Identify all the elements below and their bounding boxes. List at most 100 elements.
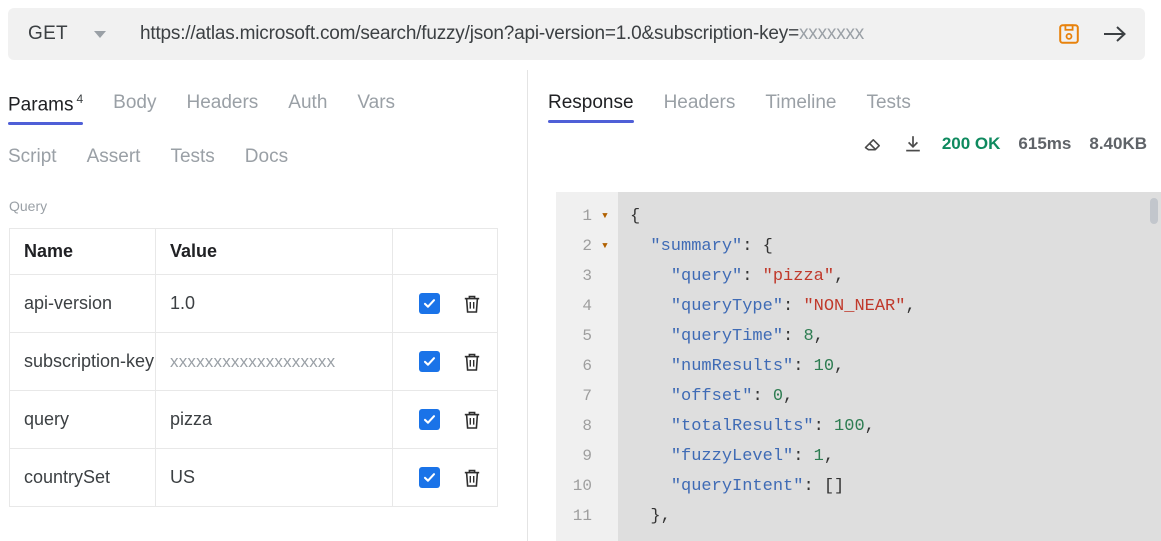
table-row: query pizza [9,390,498,449]
http-method-label: GET [28,23,68,44]
tab-headers[interactable]: Headers [186,92,258,123]
param-enabled-checkbox[interactable] [419,351,440,372]
tab-label: Response [548,92,634,113]
table-row: api-version 1.0 [9,274,498,333]
response-tabs: Response Headers Timeline Tests [548,92,941,123]
param-value-cell[interactable]: xxxxxxxxxxxxxxxxxxx [155,332,393,391]
trash-icon[interactable] [460,408,484,432]
table-body: api-version 1.0 subscription-key xxxxxxxxxx… [9,274,498,507]
line-number-value: 11 [572,507,592,525]
token-pun: : [793,356,814,376]
tab-timeline[interactable]: Timeline [765,92,836,123]
token-pun: : [783,326,804,346]
token-pun: , [813,326,824,346]
line-number: 8▼ [556,411,618,441]
param-name-cell[interactable]: api-version [9,274,156,333]
code-line: }, [630,501,1161,531]
token-str: "NON_NEAR" [803,296,906,316]
trash-icon[interactable] [460,466,484,490]
tab-script[interactable]: Script [8,146,57,177]
tab-label: Vars [357,92,396,113]
tab-headers[interactable]: Headers [664,92,736,123]
line-number: 1 ▼ [556,201,618,231]
token-pun: , [905,296,916,316]
line-number-value: 9 [582,447,592,465]
tab-label: Timeline [765,92,837,113]
param-enabled-checkbox[interactable] [419,293,440,314]
param-actions-cell [392,274,498,333]
tab-tests[interactable]: Tests [170,146,214,177]
tab-response[interactable]: Response [548,92,634,123]
download-icon[interactable] [902,133,924,155]
tab-params[interactable]: Params 4 [8,92,84,126]
tab-auth[interactable]: Auth [288,92,327,123]
table-row: countrySet US [9,448,498,507]
code-line: "queryIntent": [] [630,471,1161,501]
param-value-cell[interactable]: pizza [155,390,393,449]
token-pun: , [834,356,845,376]
tab-label: Headers [663,92,736,113]
trash-icon[interactable] [460,350,484,374]
line-number-value: 10 [572,477,592,495]
tab-label: Headers [186,92,259,113]
token-pun [630,417,671,436]
tab-tests[interactable]: Tests [866,92,910,123]
line-number: 2 ▼ [556,231,618,261]
api-client-window: GET https://atlas.microsoft.com/search/f… [0,0,1161,541]
token-pun: : [752,386,773,406]
param-value-cell[interactable]: US [155,448,393,507]
line-number-value: 3 [582,267,592,285]
param-actions-cell [392,448,498,507]
response-time: 615ms [1018,134,1072,153]
url-input[interactable]: https://atlas.microsoft.com/search/fuzzy… [140,8,1049,60]
token-pun: }, [630,506,671,526]
arrow-right-icon [1104,26,1126,42]
tab-vars[interactable]: Vars [357,92,395,123]
tab-badge-count: 4 [76,92,84,106]
tab-assert[interactable]: Assert [87,146,141,177]
tab-docs[interactable]: Docs [245,146,288,177]
param-enabled-checkbox[interactable] [419,467,440,488]
http-method-select[interactable]: GET [8,8,128,60]
triangle-down-icon[interactable]: ▼ [598,211,612,221]
save-request-button[interactable] [1049,14,1089,54]
line-number: 5▼ [556,321,618,351]
token-pun: : [813,416,835,436]
param-name-cell[interactable]: query [9,390,156,449]
triangle-down-icon[interactable]: ▼ [598,241,612,251]
token-pun: : { [742,236,773,256]
token-num: 1 [813,446,824,466]
param-name-cell[interactable]: subscription-key [9,332,156,391]
token-pun: { [630,206,641,226]
tab-body[interactable]: Body [113,92,156,123]
token-pun [630,477,671,496]
request-panel: Params 4 Body Headers Auth Vars Script Assert T… [0,70,527,541]
param-value-cell[interactable]: 1.0 [155,274,393,333]
line-number: 4▼ [556,291,618,321]
table-header: Name Value [9,228,498,275]
eraser-icon[interactable] [862,133,884,155]
token-pun [630,297,671,316]
token-key: "queryTime" [670,326,784,346]
code-line: "summary": { [630,231,1161,261]
code-line: "fuzzyLevel": 1, [630,441,1161,471]
param-enabled-checkbox[interactable] [419,409,440,430]
line-number-value: 7 [582,387,592,405]
param-actions-cell [392,332,498,391]
save-floppy-disk-icon [1059,24,1079,44]
url-bar: GET https://atlas.microsoft.com/search/f… [8,8,1145,60]
line-number-value: 4 [582,297,592,315]
token-num: 0 [772,386,784,406]
token-pun [630,447,671,466]
trash-icon[interactable] [460,292,484,316]
param-name-cell[interactable]: countrySet [9,448,156,507]
tab-label: Docs [244,146,289,167]
json-code-area[interactable]: { "summary": { "query": "pizza", "queryT… [618,192,1161,541]
token-key: "query" [670,266,743,286]
send-request-button[interactable] [1089,14,1141,54]
line-number: 7▼ [556,381,618,411]
response-panel: Response Headers Timeline Tests 200 OK 615m… [528,70,1161,541]
line-number-value: 2 [582,237,592,255]
response-scrollbar-thumb[interactable] [1150,198,1158,224]
code-line: "query": "pizza", [630,261,1161,291]
